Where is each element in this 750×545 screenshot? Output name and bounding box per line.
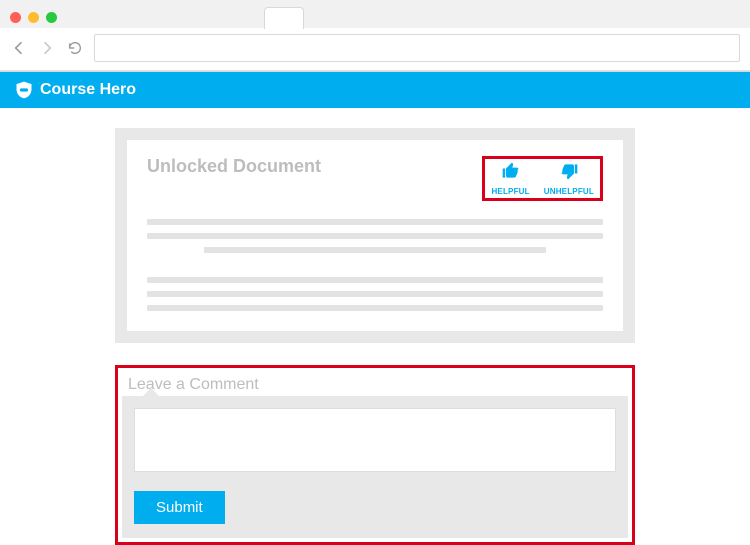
comment-textarea[interactable] [134, 408, 616, 472]
speech-pointer-icon [142, 388, 160, 397]
rating-highlight-box: HELPFUL UNHELPFUL [482, 156, 603, 201]
submit-button[interactable]: Submit [134, 491, 225, 524]
document-inner: Unlocked Document HELPFUL UNHELPFUL [127, 140, 623, 331]
placeholder-line [147, 277, 603, 283]
thumbs-down-icon [557, 161, 581, 186]
address-bar[interactable] [94, 34, 740, 62]
browser-tab[interactable] [264, 7, 304, 29]
placeholder-line [147, 291, 603, 297]
document-title: Unlocked Document [147, 156, 321, 177]
page-content: Unlocked Document HELPFUL UNHELPFUL [0, 108, 750, 545]
window-close-button[interactable] [10, 12, 21, 23]
address-row [0, 28, 750, 71]
comment-title: Leave a Comment [128, 376, 620, 394]
document-card: Unlocked Document HELPFUL UNHELPFUL [115, 128, 635, 343]
window-maximize-button[interactable] [46, 12, 57, 23]
placeholder-line [147, 233, 603, 239]
comment-header: Leave a Comment [122, 372, 628, 396]
browser-chrome [0, 0, 750, 72]
back-icon[interactable] [10, 39, 28, 57]
brand-logo[interactable]: Course Hero [14, 80, 136, 100]
window-minimize-button[interactable] [28, 12, 39, 23]
forward-icon[interactable] [38, 39, 56, 57]
placeholder-line [147, 305, 603, 311]
placeholder-line [204, 247, 546, 253]
helpful-button[interactable]: HELPFUL [491, 161, 529, 196]
site-header: Course Hero [0, 72, 750, 108]
reload-icon[interactable] [66, 39, 84, 57]
document-header: Unlocked Document HELPFUL UNHELPFUL [147, 156, 603, 201]
comment-body: Submit [122, 396, 628, 538]
brand-name: Course Hero [40, 81, 136, 99]
thumbs-up-icon [499, 161, 523, 186]
tab-row [0, 0, 750, 28]
placeholder-line [147, 219, 603, 225]
shield-icon [14, 80, 34, 100]
unhelpful-label: UNHELPFUL [544, 187, 594, 196]
unhelpful-button[interactable]: UNHELPFUL [544, 161, 594, 196]
document-body-placeholder [147, 219, 603, 311]
helpful-label: HELPFUL [491, 187, 529, 196]
comment-highlight-box: Leave a Comment Submit [115, 365, 635, 545]
